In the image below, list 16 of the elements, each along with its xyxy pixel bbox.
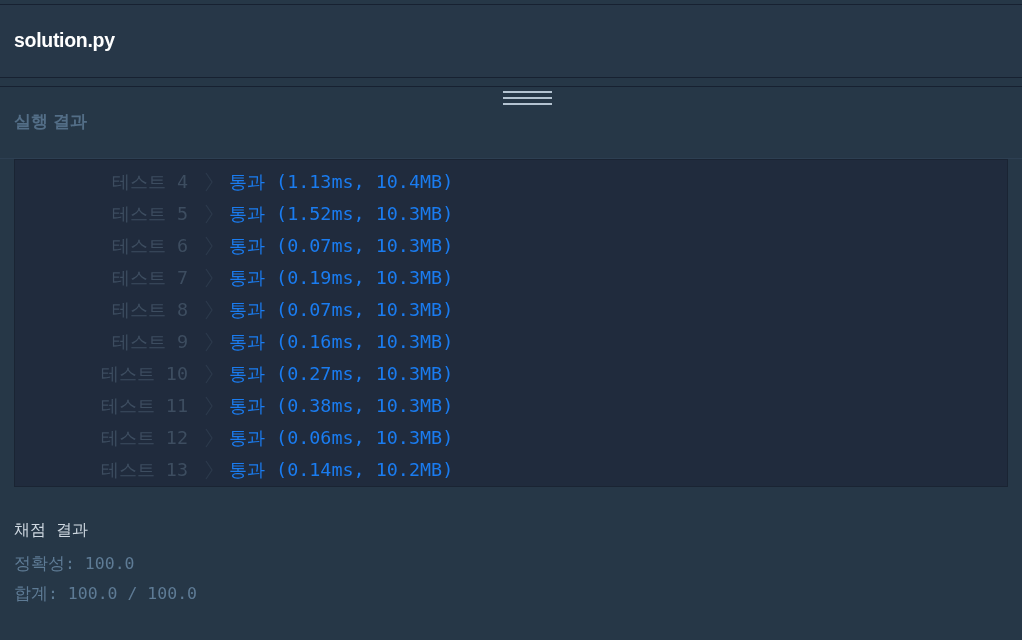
test-result: 통과 (1.13ms, 10.4MB) [229, 170, 454, 195]
test-result: 통과 (0.16ms, 10.3MB) [229, 330, 454, 355]
panel-title: 실행 결과 [14, 110, 87, 133]
test-result: 통과 (0.38ms, 10.3MB) [229, 394, 454, 419]
test-result: 통과 (0.27ms, 10.3MB) [229, 362, 454, 387]
grading-title: 채점 결과 [14, 519, 88, 541]
test-result: 통과 (0.14ms, 10.2MB) [229, 458, 454, 483]
resize-handle-icon[interactable] [503, 91, 552, 105]
test-result: 통과 (1.52ms, 10.3MB) [229, 202, 454, 227]
grading-line: 정확성: 100.0 [14, 553, 135, 575]
grading-line: 합계: 100.0 / 100.0 [14, 583, 197, 605]
file-title: solution.py [14, 28, 115, 54]
test-result: 통과 (0.07ms, 10.3MB) [229, 234, 454, 259]
test-result: 통과 (0.06ms, 10.3MB) [229, 426, 454, 451]
test-result: 통과 (0.07ms, 10.3MB) [229, 298, 454, 323]
test-result: 통과 (0.19ms, 10.3MB) [229, 266, 454, 291]
